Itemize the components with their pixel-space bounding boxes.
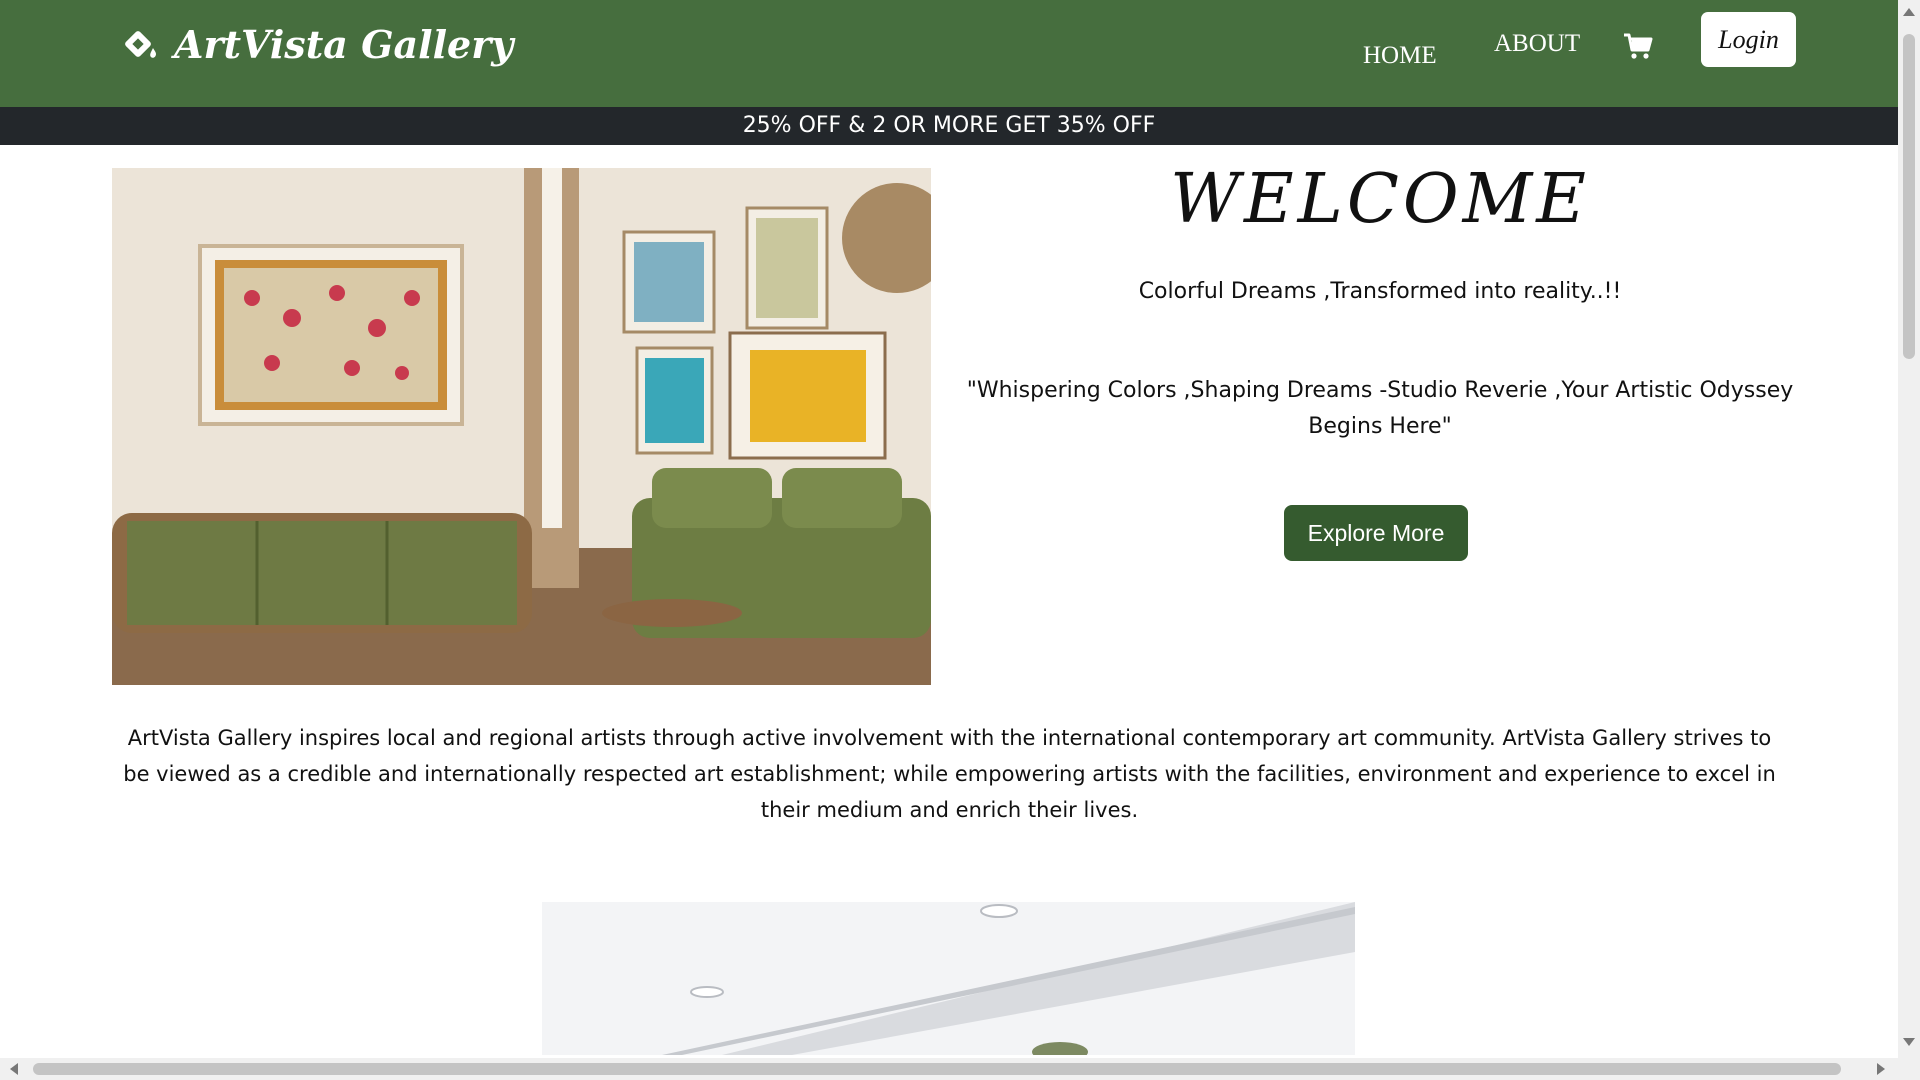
scroll-down-arrow-icon[interactable]: [1903, 1038, 1915, 1046]
quote-text: "Whispering Colors ,Shaping Dreams -Stud…: [966, 378, 1794, 439]
paint-bucket-icon: [125, 30, 156, 58]
about-paragraph: ArtVista Gallery inspires local and regi…: [123, 726, 1776, 822]
vertical-scroll-thumb[interactable]: [1903, 34, 1915, 359]
brand-logo[interactable]: ArtVista Gallery: [120, 22, 513, 67]
nav-home-link[interactable]: HOME: [1363, 42, 1437, 70]
promo-banner: 25% OFF & 2 OR MORE GET 35% OFF: [0, 107, 1898, 145]
cart-icon[interactable]: [1622, 30, 1654, 62]
scroll-up-arrow-icon[interactable]: [1903, 8, 1915, 16]
scroll-left-arrow-icon[interactable]: [10, 1063, 18, 1075]
login-button[interactable]: Login: [1701, 12, 1796, 67]
tagline: Colorful Dreams ,Transformed into realit…: [1138, 279, 1622, 304]
gallery-room-image: [542, 902, 1355, 1055]
nav-about-link[interactable]: ABOUT: [1494, 30, 1580, 58]
hero-interior-image: [112, 168, 931, 685]
brand-name: ArtVista Gallery: [174, 22, 514, 67]
scroll-right-arrow-icon[interactable]: [1877, 1063, 1885, 1075]
welcome-heading: WELCOME: [1170, 160, 1590, 239]
explore-more-button[interactable]: Explore More: [1284, 505, 1468, 561]
horizontal-scroll-thumb[interactable]: [33, 1063, 1841, 1075]
